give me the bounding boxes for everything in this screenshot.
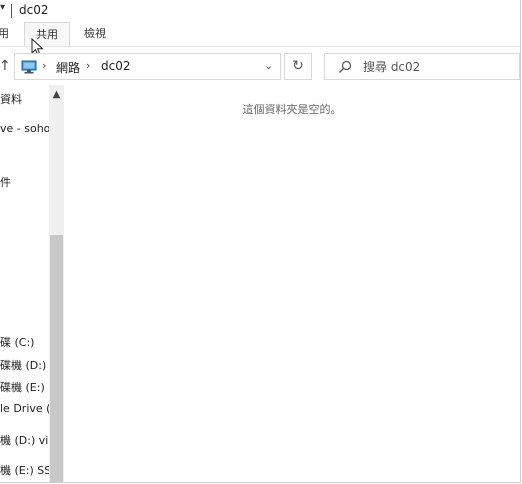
search-input[interactable] <box>363 57 513 76</box>
scroll-up-icon[interactable]: ▲ <box>49 89 64 100</box>
nav-item-drive-d-vir[interactable]: 機 (D:) vir <box>0 432 49 448</box>
nav-item-files[interactable]: 件 <box>0 174 11 190</box>
nav-item-drive-e[interactable]: 碟機 (E:) S <box>0 379 49 395</box>
ribbon-tabs: 用 共用 檢視 <box>0 22 520 47</box>
title-bar: ▾ dc02 <box>0 0 520 22</box>
navigation-pane: 資料 ve - soho 件 碟 (C:) 碟機 (D:) v 碟機 (E:) … <box>0 85 49 482</box>
explorer-window: ▾ dc02 用 共用 檢視 ↑ › 網路 › dc02 ⌄ ↻ 資料 ve <box>0 0 521 483</box>
tab-home[interactable]: 用 <box>0 22 9 45</box>
nav-item-drive-d[interactable]: 碟機 (D:) v <box>0 357 49 373</box>
breadcrumb-network[interactable]: 網路 <box>56 59 80 76</box>
title-separator <box>11 4 12 18</box>
nav-item-drive-c[interactable]: 碟 (C:) <box>0 334 34 350</box>
address-bar[interactable]: › 網路 › dc02 ⌄ <box>14 53 281 80</box>
network-computer-icon <box>21 60 37 74</box>
nav-item-onedrive-soho[interactable]: ve - soho <box>0 122 49 135</box>
up-arrow-icon[interactable]: ↑ <box>0 58 11 74</box>
quick-access-dropdown-icon[interactable]: ▾ <box>0 2 5 13</box>
scrollbar-thumb[interactable] <box>50 235 63 482</box>
search-icon <box>339 60 352 73</box>
nav-scrollbar[interactable]: ▲ <box>49 85 64 482</box>
content-area: 這個資料夾是空的。 <box>64 85 520 482</box>
refresh-button[interactable]: ↻ <box>284 53 312 80</box>
chevron-down-icon[interactable]: ⌄ <box>264 59 273 72</box>
empty-folder-message: 這個資料夾是空的。 <box>242 103 342 116</box>
nav-item-google-drive[interactable]: le Drive (G <box>0 402 49 415</box>
window-title: dc02 <box>19 3 49 17</box>
nav-item-drive-e-ss[interactable]: 機 (E:) SS <box>0 462 49 478</box>
breadcrumb-separator[interactable]: › <box>86 59 90 72</box>
breadcrumb-dc02[interactable]: dc02 <box>101 59 130 73</box>
breadcrumb-separator: › <box>42 59 47 72</box>
search-box[interactable] <box>324 53 520 80</box>
tab-view[interactable]: 檢視 <box>84 22 106 45</box>
nav-item-documents[interactable]: 資料 <box>0 91 22 107</box>
